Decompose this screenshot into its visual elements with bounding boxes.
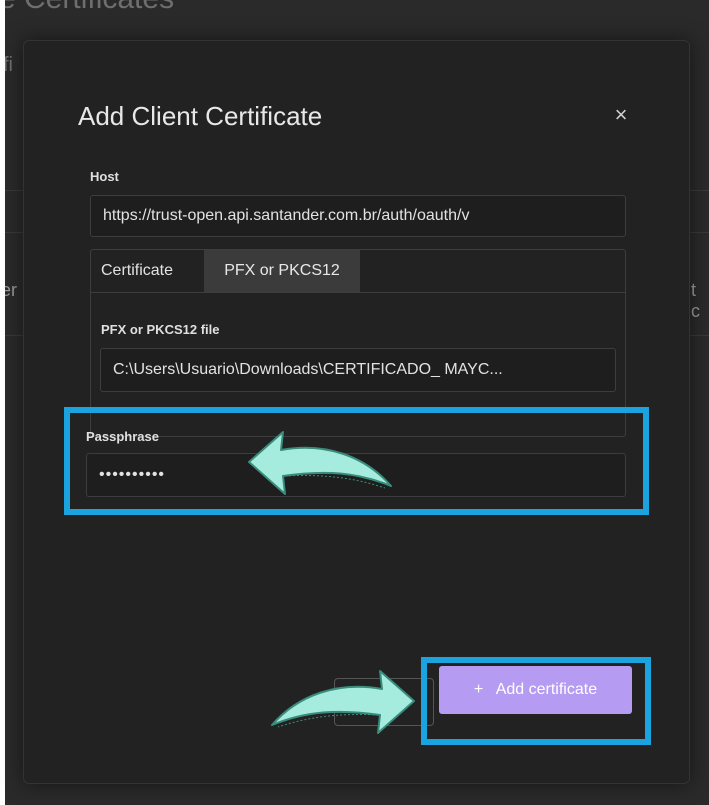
background-title: e Certificates: [5, 0, 174, 16]
host-input[interactable]: https://trust-open.api.santander.com.br/…: [90, 195, 626, 237]
pfx-file-label: PFX or PKCS12 file: [101, 322, 220, 337]
background-edge-text-right: t c: [691, 280, 700, 321]
close-icon: ×: [614, 102, 628, 127]
host-label: Host: [90, 169, 119, 184]
close-button[interactable]: ×: [609, 103, 633, 127]
add-certificate-label: Add certificate: [495, 681, 598, 698]
background-subtitle: fi: [5, 54, 13, 76]
certificate-label: Certificate: [101, 262, 174, 279]
passphrase-label: Passphrase: [86, 429, 159, 444]
left-arrow-annotation-icon: [248, 431, 392, 495]
right-arrow-annotation-icon: [271, 670, 415, 734]
pfx-file-input[interactable]: C:\Users\Usuario\Downloads\CERTIFICADO_ …: [100, 348, 616, 392]
tab-pfx-pkcs12[interactable]: PFX or PKCS12: [204, 250, 360, 292]
add-certificate-button[interactable]: + Add certificate: [439, 666, 632, 714]
plus-icon: +: [473, 681, 484, 698]
background-edge-text-left: er: [5, 280, 18, 300]
dialog-title: Add Client Certificate: [78, 101, 323, 131]
certificate-type-tabs: Certificate PFX or PKCS12: [91, 250, 625, 293]
certificate-group: Certificate PFX or PKCS12 PFX or PKCS12 …: [90, 249, 626, 437]
